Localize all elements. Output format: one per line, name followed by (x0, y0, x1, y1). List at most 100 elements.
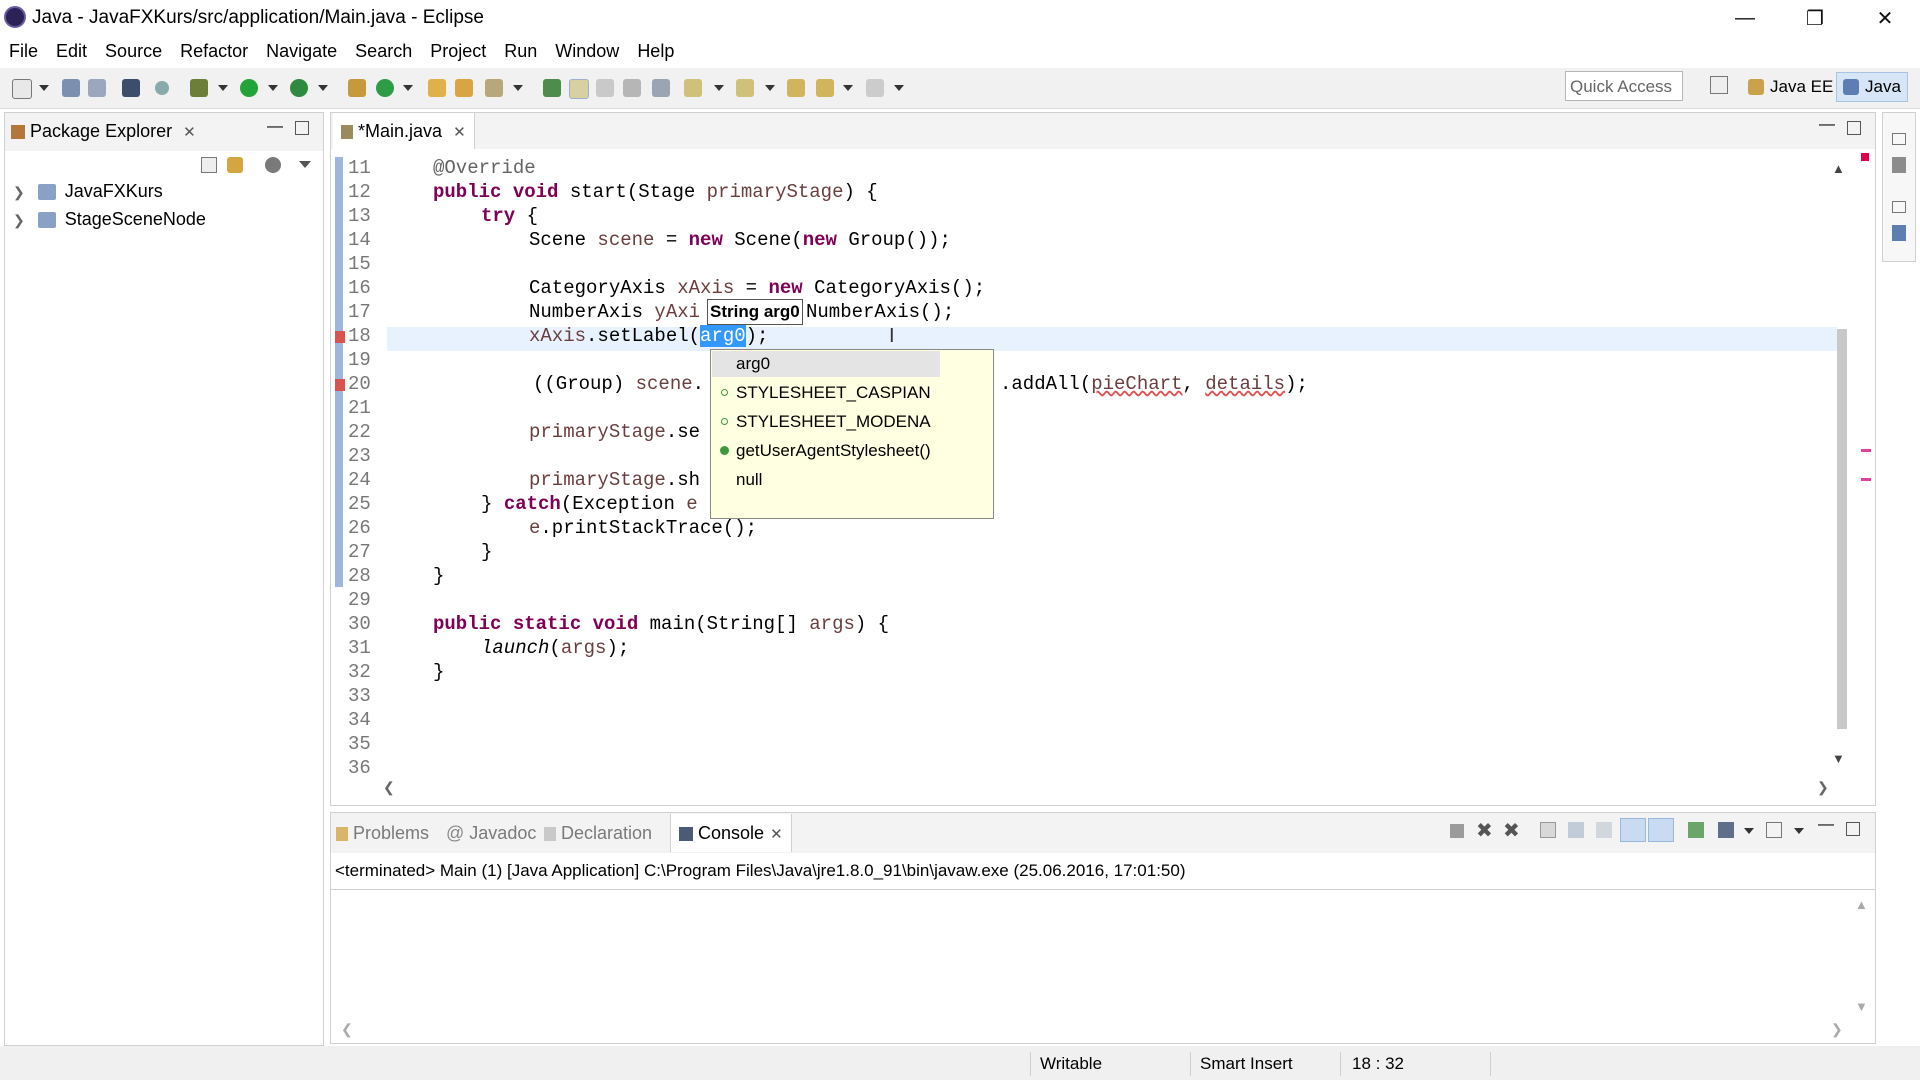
chevron-down-icon[interactable] (1744, 828, 1754, 834)
chevron-down-icon[interactable] (843, 85, 853, 91)
error-marker-icon[interactable] (335, 379, 345, 391)
word-wrap-icon[interactable] (1596, 822, 1612, 838)
forward-icon[interactable] (866, 79, 884, 97)
new-icon[interactable] (12, 79, 32, 99)
view-menu-icon[interactable] (299, 161, 311, 168)
open-task-icon[interactable] (455, 79, 473, 97)
open-type-icon[interactable] (428, 79, 446, 97)
overview-marker[interactable] (1861, 449, 1871, 452)
package-explorer-tab[interactable]: Package Explorer ✕ (11, 121, 196, 142)
block-selection-icon[interactable] (623, 79, 641, 97)
maximize-view-icon[interactable] (295, 121, 309, 135)
chevron-right-icon[interactable]: ❯ (13, 184, 25, 200)
chevron-down-icon[interactable] (714, 85, 724, 91)
menu-project[interactable]: Project (421, 41, 495, 62)
close-icon[interactable]: ✕ (770, 826, 783, 843)
back-icon[interactable] (816, 79, 834, 97)
minimize-view-icon[interactable]: — (1818, 816, 1834, 834)
save-icon[interactable] (62, 79, 80, 97)
terminal-icon[interactable] (122, 79, 140, 97)
close-button[interactable]: ✕ (1850, 0, 1920, 36)
perspective-java-ee[interactable]: Java EE (1742, 72, 1839, 102)
skip-breakpoints-icon[interactable] (155, 81, 169, 95)
chevron-up-icon[interactable]: ▲ (1832, 161, 1845, 176)
chevron-down-icon[interactable] (403, 85, 413, 91)
chevron-down-icon[interactable]: ▼ (1855, 999, 1868, 1014)
link-with-editor-icon[interactable] (227, 157, 243, 173)
chevron-right-icon[interactable]: ❯ (1831, 1021, 1843, 1038)
tab-javadoc[interactable]: @ Javadoc (446, 814, 536, 852)
chevron-down-icon[interactable] (894, 85, 904, 91)
menu-navigate[interactable]: Navigate (257, 41, 346, 62)
terminate-icon[interactable] (1450, 824, 1464, 838)
next-annotation-icon[interactable] (684, 79, 702, 97)
chevron-down-icon[interactable] (268, 85, 278, 91)
open-perspective-icon[interactable] (1710, 76, 1728, 94)
horizontal-scrollbar[interactable]: ❮ ❯ (383, 779, 1829, 797)
external-tools-icon[interactable] (290, 79, 308, 97)
restore-view-icon[interactable] (1892, 201, 1906, 213)
overview-marker[interactable] (1861, 478, 1871, 481)
close-icon[interactable]: ✕ (183, 124, 196, 141)
toggle-mark-occurrences-icon[interactable] (569, 79, 589, 99)
chevron-down-icon[interactable] (39, 85, 49, 91)
chevron-right-icon[interactable]: ❯ (1817, 779, 1829, 796)
last-edit-icon[interactable] (787, 79, 805, 97)
chevron-down-icon[interactable]: ▼ (1832, 751, 1845, 766)
tab-console[interactable]: Console ✕ (670, 814, 792, 852)
chevron-down-icon[interactable] (513, 85, 523, 91)
minimize-view-icon[interactable]: — (1819, 116, 1835, 134)
task-list-icon[interactable] (1892, 157, 1906, 173)
close-icon[interactable]: ✕ (453, 124, 466, 141)
proposal-item[interactable]: STYLESHEET_CASPIAN (736, 380, 931, 406)
scroll-lock-icon[interactable] (1568, 822, 1584, 838)
tree-item-project[interactable]: ❯ JavaFXKurs (13, 179, 163, 203)
chevron-down-icon[interactable] (318, 85, 328, 91)
minimize-view-icon[interactable]: — (267, 118, 283, 136)
vertical-scrollbar[interactable]: ▲ ▼ (1832, 161, 1849, 767)
display-console-icon[interactable] (1718, 822, 1734, 838)
maximize-view-icon[interactable] (1846, 822, 1860, 836)
error-overview-marker[interactable] (1861, 153, 1869, 161)
word-wrap-icon[interactable] (596, 79, 614, 97)
remove-launch-icon[interactable]: ✖ (1476, 818, 1493, 843)
chevron-right-icon[interactable]: ❯ (13, 212, 25, 228)
collapse-all-icon[interactable] (201, 157, 217, 173)
minimize-button[interactable]: — (1710, 0, 1780, 36)
quick-access-input[interactable]: Quick Access (1565, 71, 1683, 101)
scrollbar-thumb[interactable] (1837, 329, 1847, 729)
menu-run[interactable]: Run (495, 41, 546, 62)
chevron-up-icon[interactable]: ▲ (1855, 897, 1868, 912)
menu-edit[interactable]: Edit (47, 41, 96, 62)
menu-refactor[interactable]: Refactor (171, 41, 257, 62)
restore-button[interactable]: ❐ (1780, 0, 1850, 36)
run-icon[interactable] (240, 79, 258, 97)
focus-task-icon[interactable] (265, 157, 281, 173)
save-all-icon[interactable] (88, 79, 106, 97)
menu-file[interactable]: File (0, 41, 47, 62)
pin-console-icon[interactable] (1688, 822, 1704, 838)
menu-source[interactable]: Source (96, 41, 171, 62)
menu-window[interactable]: Window (546, 41, 628, 62)
restore-view-icon[interactable] (1892, 133, 1906, 145)
error-marker-icon[interactable] (335, 331, 345, 343)
tab-main-java[interactable]: *Main.java ✕ (333, 113, 475, 149)
chevron-down-icon[interactable] (218, 85, 228, 91)
show-on-stdout-icon[interactable] (1620, 818, 1646, 842)
new-class-icon[interactable] (376, 79, 394, 97)
new-java-project-icon[interactable] (348, 79, 366, 97)
outline-icon[interactable] (1892, 225, 1906, 241)
show-on-stderr-icon[interactable] (1648, 818, 1674, 842)
show-whitespace-icon[interactable] (652, 79, 670, 97)
java-search-icon[interactable] (543, 79, 561, 97)
proposal-item[interactable]: null (736, 467, 762, 493)
chevron-down-icon[interactable] (1794, 828, 1804, 834)
debug-icon[interactable] (190, 79, 208, 97)
search-icon[interactable] (485, 79, 503, 97)
proposal-item[interactable]: arg0 (736, 351, 770, 377)
tree-item-project[interactable]: ❯ StageSceneNode (13, 207, 206, 231)
chevron-down-icon[interactable] (765, 85, 775, 91)
remove-all-launches-icon[interactable]: ✖ (1503, 818, 1520, 843)
tab-declaration[interactable]: Declaration (544, 814, 652, 852)
menu-search[interactable]: Search (346, 41, 421, 62)
